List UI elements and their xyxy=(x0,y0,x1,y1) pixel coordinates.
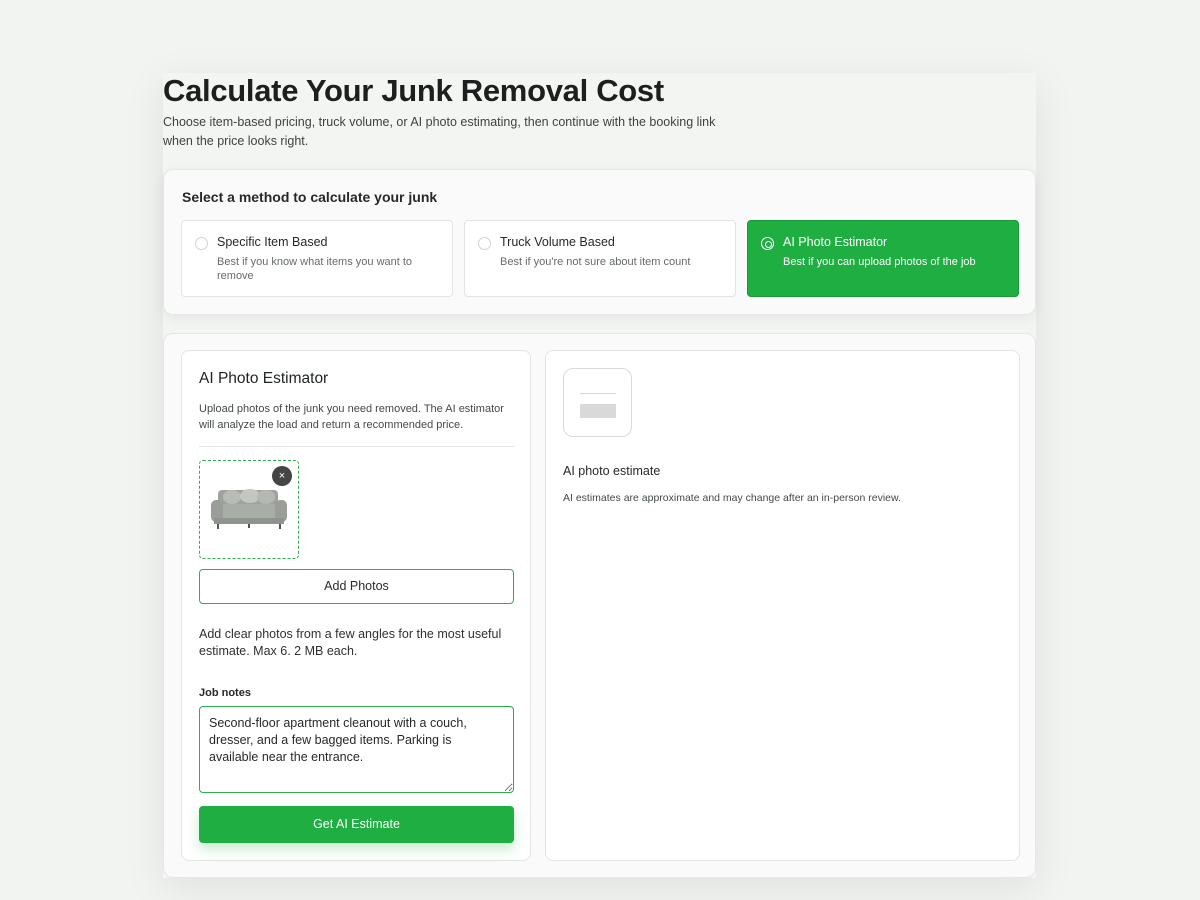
method-selector-card: Select a method to calculate your junk S… xyxy=(163,169,1036,315)
result-panel: AI photo estimate AI estimates are appro… xyxy=(545,350,1020,861)
method-option-truck-volume[interactable]: Truck Volume Based Best if you're not su… xyxy=(464,220,736,297)
result-note: AI estimates are approximate and may cha… xyxy=(563,492,901,504)
couch-photo xyxy=(211,489,287,529)
method-option-specific-item[interactable]: Specific Item Based Best if you know wha… xyxy=(181,220,453,297)
job-notes-field[interactable]: Second-floor apartment cleanout with a c… xyxy=(199,706,514,793)
estimate-placeholder-icon xyxy=(563,368,632,437)
method-option-label: Truck Volume Based xyxy=(500,235,615,249)
method-heading: Select a method to calculate your junk xyxy=(182,189,438,205)
add-photos-button[interactable]: Add Photos xyxy=(199,569,514,604)
method-option-label: AI Photo Estimator xyxy=(783,235,888,249)
radio-icon[interactable] xyxy=(195,237,208,250)
radio-icon[interactable] xyxy=(478,237,491,250)
result-title: AI photo estimate xyxy=(563,464,661,478)
estimator-card: AI Photo Estimator Upload photos of the … xyxy=(163,333,1036,878)
method-option-desc: Best if you can upload photos of the job xyxy=(783,256,976,268)
upload-panel: AI Photo Estimator Upload photos of the … xyxy=(181,350,531,861)
radio-selected-icon[interactable] xyxy=(761,237,774,250)
photo-thumbnail: × xyxy=(199,460,299,559)
divider xyxy=(199,446,514,447)
method-option-desc: Best if you know what items you want to … xyxy=(217,256,413,282)
estimator-title: AI Photo Estimator xyxy=(199,370,329,387)
calculator-page: Calculate Your Junk Removal Cost Choose … xyxy=(163,73,1036,878)
method-option-ai-photo[interactable]: AI Photo Estimator Best if you can uploa… xyxy=(747,220,1019,297)
job-notes-label: Job notes xyxy=(199,687,251,699)
page-title: Calculate Your Junk Removal Cost xyxy=(163,73,664,108)
get-estimate-button[interactable]: Get AI Estimate xyxy=(199,806,514,843)
method-option-desc: Best if you're not sure about item count xyxy=(500,256,691,268)
estimator-description: Upload photos of the junk you need remov… xyxy=(199,403,504,431)
method-option-label: Specific Item Based xyxy=(217,235,328,249)
upload-hint: Add clear photos from a few angles for t… xyxy=(199,627,502,658)
remove-photo-button[interactable]: × xyxy=(272,466,292,486)
page-subtitle: Choose item-based pricing, truck volume,… xyxy=(163,115,716,148)
